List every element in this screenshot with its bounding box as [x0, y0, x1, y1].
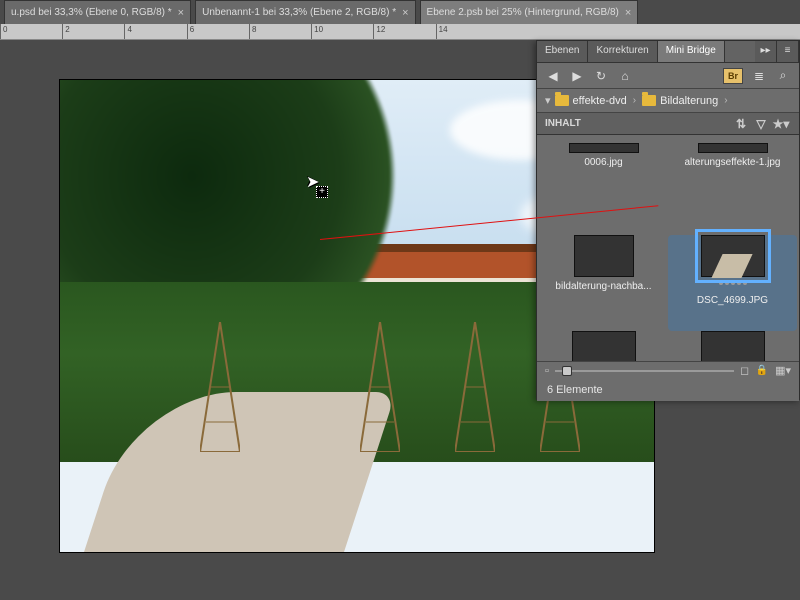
- tab-layers[interactable]: Ebenen: [537, 41, 588, 62]
- lock-icon[interactable]: 🔒: [755, 364, 769, 378]
- thumbnail-item[interactable]: 0006.jpg: [539, 139, 668, 235]
- chevron-right-icon: ›: [724, 95, 727, 106]
- ruler-mark: 2: [62, 24, 122, 40]
- sort-icon[interactable]: ⇅: [731, 117, 751, 131]
- ruler-mark: 14: [436, 24, 496, 40]
- thumbnail-label: 0006.jpg: [584, 157, 622, 168]
- mini-bridge-panel: Ebenen Korrekturen Mini Bridge ▸▸ ≡ ◀ ▶ …: [536, 40, 800, 400]
- document-tabs: u.psd bei 33,3% (Ebene 0, RGB/8) * × Unbe…: [0, 0, 800, 24]
- panel-menu-icon[interactable]: ≡: [777, 41, 799, 62]
- star-icon[interactable]: ★▾: [771, 117, 791, 131]
- nav-forward-icon[interactable]: ▶: [569, 68, 585, 84]
- grid-view-icon[interactable]: ▦▾: [775, 364, 791, 377]
- breadcrumb[interactable]: ▾ effekte-dvd › Bildalterung ›: [537, 89, 799, 113]
- section-title: INHALT: [545, 118, 581, 129]
- thumbnail-item[interactable]: alterungseffekte-1.jpg: [668, 139, 797, 235]
- thumbnail-label: bildalterung-nachba...: [555, 281, 651, 292]
- thumbnail-item[interactable]: DSC_4708.JPG: [539, 331, 668, 361]
- thumbnail-item-selected[interactable]: DSC_4699.JPG: [668, 235, 797, 331]
- close-icon[interactable]: ×: [625, 7, 631, 19]
- tab-label: Unbenannt-1 bei 33,3% (Ebene 2, RGB/8) *: [202, 7, 396, 18]
- thumbnail-size-slider[interactable]: [555, 370, 734, 372]
- ruler-mark: 10: [311, 24, 371, 40]
- refresh-icon[interactable]: ↻: [593, 68, 609, 84]
- large-thumb-icon: ◻: [740, 364, 749, 377]
- search-icon[interactable]: ⌕: [775, 68, 791, 84]
- filter-icon[interactable]: ▽: [751, 117, 771, 131]
- collapse-icon[interactable]: ▸▸: [755, 41, 777, 62]
- small-thumb-icon: ▫: [545, 365, 549, 377]
- tab-mini-bridge[interactable]: Mini Bridge: [658, 41, 725, 62]
- ruler-mark: 12: [373, 24, 433, 40]
- breadcrumb-root[interactable]: effekte-dvd: [573, 95, 627, 107]
- tab-label: Ebene 2.psb bei 25% (Hintergrund, RGB/8): [427, 7, 619, 18]
- thumbnail-item[interactable]: DSC_4712.JPG: [668, 331, 797, 361]
- close-icon[interactable]: ×: [178, 7, 184, 19]
- tab-label: u.psd bei 33,3% (Ebene 0, RGB/8) *: [11, 7, 172, 18]
- nav-back-icon[interactable]: ◀: [545, 68, 561, 84]
- home-icon[interactable]: ⌂: [617, 68, 633, 84]
- view-list-icon[interactable]: ≣: [751, 68, 767, 84]
- thumbnail-grid: 0006.jpg alterungseffekte-1.jpg bildalte…: [537, 135, 799, 361]
- rating-dots[interactable]: [719, 281, 747, 291]
- bridge-app-icon[interactable]: Br: [723, 68, 743, 84]
- tab-doc-3[interactable]: Ebene 2.psb bei 25% (Hintergrund, RGB/8)…: [420, 0, 639, 24]
- chevron-right-icon: ›: [633, 95, 636, 106]
- horizontal-ruler: 0 2 4 6 8 10 12 14: [0, 24, 800, 40]
- folder-icon: [642, 95, 656, 106]
- ruler-mark: 8: [249, 24, 309, 40]
- thumbnail-size-slider-row: ▫ ◻ 🔒 ▦▾: [537, 361, 799, 379]
- ruler-mark: 6: [187, 24, 247, 40]
- folder-icon: [555, 95, 569, 106]
- status-text: 6 Elemente: [547, 384, 603, 396]
- ruler-mark: 0: [0, 24, 60, 40]
- tab-doc-1[interactable]: u.psd bei 33,3% (Ebene 0, RGB/8) * ×: [4, 0, 191, 24]
- ruler-mark: 4: [124, 24, 184, 40]
- panel-tabstrip: Ebenen Korrekturen Mini Bridge ▸▸ ≡: [537, 41, 799, 63]
- thumbnail-item[interactable]: bildalterung-nachba...: [539, 235, 668, 331]
- close-icon[interactable]: ×: [402, 7, 408, 19]
- status-bar: 6 Elemente: [537, 379, 799, 401]
- bridge-nav-toolbar: ◀ ▶ ↻ ⌂ Br ≣ ⌕: [537, 63, 799, 89]
- chevron-down-icon[interactable]: ▾: [545, 94, 551, 107]
- tab-adjustments[interactable]: Korrekturen: [588, 41, 657, 62]
- thumbnail-label: DSC_4699.JPG: [697, 295, 768, 306]
- tab-doc-2[interactable]: Unbenannt-1 bei 33,3% (Ebene 2, RGB/8) *…: [195, 0, 415, 24]
- thumbnail-label: alterungseffekte-1.jpg: [685, 157, 781, 168]
- section-header-content: INHALT ⇅ ▽ ★▾: [537, 113, 799, 135]
- breadcrumb-sub[interactable]: Bildalterung: [660, 95, 718, 107]
